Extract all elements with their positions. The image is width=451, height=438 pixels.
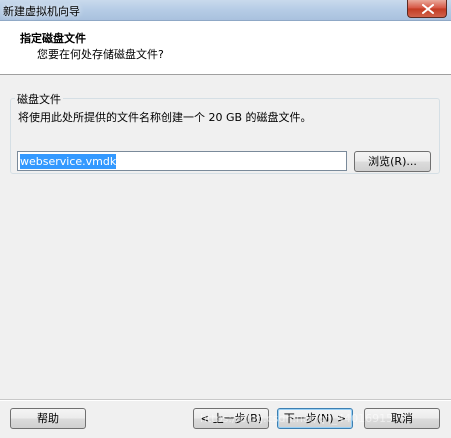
page-subtitle: 您要在何处存储磁盘文件? <box>37 48 164 61</box>
disk-file-value: webservice.vmdk <box>20 153 117 169</box>
back-button[interactable]: < 上一步(B) <box>193 408 269 429</box>
wizard-header: 指定磁盘文件 您要在何处存储磁盘文件? <box>0 21 451 75</box>
cancel-button[interactable]: 取消 <box>364 408 440 429</box>
groupbox-legend: 磁盘文件 <box>15 91 63 107</box>
window-title: 新建虚拟机向导 <box>3 5 80 18</box>
title-bar: 新建虚拟机向导 <box>0 0 451 21</box>
footer-separator <box>0 399 451 401</box>
help-button[interactable]: 帮助 <box>10 408 86 429</box>
close-button[interactable] <box>407 0 447 18</box>
next-button[interactable]: 下一步(N) > <box>277 408 353 429</box>
page-title: 指定磁盘文件 <box>20 32 86 45</box>
disk-file-input[interactable]: webservice.vmdk <box>17 151 347 171</box>
disk-file-description: 将使用此处所提供的文件名称创建一个 20 GB 的磁盘文件。 <box>18 111 312 124</box>
close-icon <box>422 4 434 14</box>
browse-button[interactable]: 浏览(R)... <box>354 151 431 172</box>
